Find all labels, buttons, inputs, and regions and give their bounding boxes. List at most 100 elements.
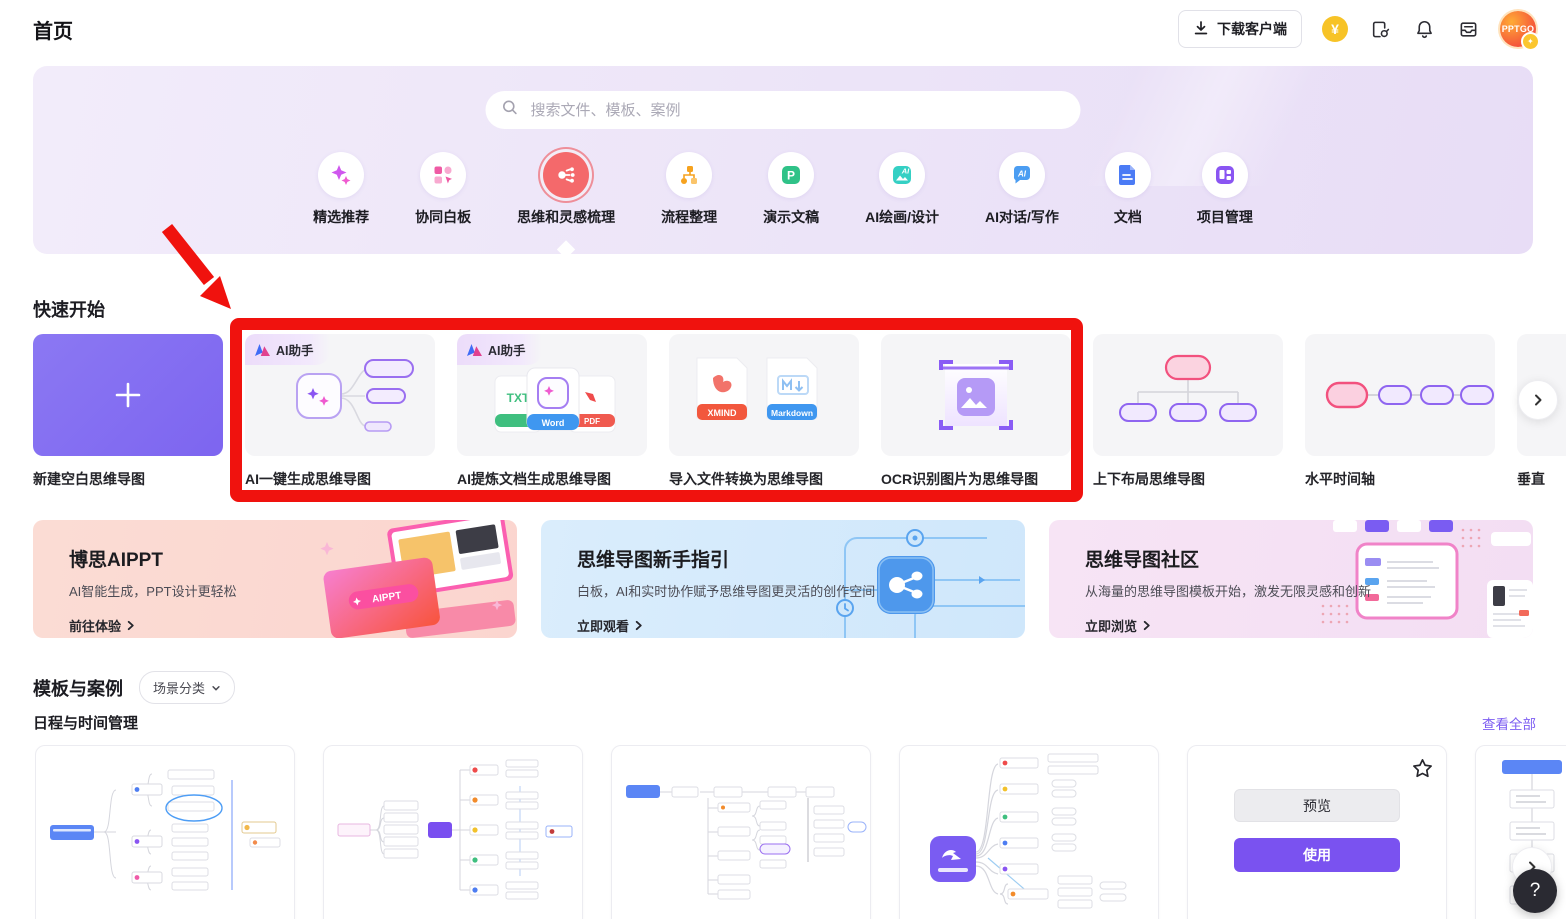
- inbox-icon[interactable]: [1456, 17, 1480, 41]
- category-label: 演示文稿: [763, 209, 820, 225]
- category-docs[interactable]: 文档: [1104, 152, 1151, 227]
- category-flowchart[interactable]: 流程整理: [661, 152, 717, 227]
- card-topdown-mindmap[interactable]: 上下布局思维导图: [1093, 334, 1283, 496]
- quick-start-title: 快速开始: [33, 300, 105, 320]
- template-card-hovered[interactable]: 预览 使用: [1187, 745, 1447, 919]
- banner-row: 博思AIPPT AI智能生成，PPT设计更轻松 前往体验 AIPPT 思维导图新…: [33, 520, 1533, 638]
- share-doc-icon[interactable]: [1368, 17, 1392, 41]
- category-presentation[interactable]: P 演示文稿: [763, 152, 819, 227]
- chevron-down-icon: [212, 685, 220, 690]
- category-ai-design[interactable]: AI AI绘画/设计: [865, 152, 939, 227]
- sparkles-icon: [318, 152, 365, 198]
- avatar[interactable]: PPTGO ✦: [1500, 11, 1540, 51]
- group-title: 日程与时间管理: [33, 715, 139, 732]
- card-ocr-image-mindmap[interactable]: OCR识别图片为思维导图: [881, 334, 1071, 496]
- category-mindmap[interactable]: 思维和灵感梳理: [517, 152, 615, 227]
- tree-layout-illustration: [1119, 354, 1257, 422]
- ai-logo-icon: [255, 343, 270, 356]
- category-label: 项目管理: [1196, 209, 1253, 225]
- favorite-star-icon[interactable]: [1412, 758, 1433, 784]
- banner-link[interactable]: 立即观看: [577, 616, 1025, 635]
- mindmap-icon: [543, 152, 590, 198]
- svg-text:Markdown: Markdown: [771, 408, 813, 418]
- template-card[interactable]: [611, 745, 871, 919]
- annotation-arrow-head: [200, 276, 231, 309]
- category-featured[interactable]: 精选推荐: [313, 152, 369, 227]
- templates-header: 模板与案例 场景分类: [33, 671, 236, 704]
- banner-subtitle: 从海量的思维导图模板开始，激发无限灵感和创新: [1085, 584, 1372, 599]
- banner-aippt[interactable]: 博思AIPPT AI智能生成，PPT设计更轻松 前往体验 AIPPT: [33, 520, 517, 638]
- templates-title: 模板与案例: [33, 678, 123, 699]
- card-import-convert-mindmap[interactable]: XMIND Markdown 导入文件转换为思维导图: [669, 334, 859, 496]
- svg-text:Word: Word: [542, 418, 565, 428]
- ai-image-icon: AI: [879, 152, 926, 198]
- banner-title: 思维导图社区: [1085, 550, 1200, 571]
- ocr-scan-illustration: [939, 360, 1013, 430]
- search-input[interactable]: [528, 100, 1065, 120]
- home-page: 首页 下载客户端 ¥ PPTGO ✦ 搜索文件、模板、案例 精选推荐 协同白板 …: [0, 0, 1566, 919]
- notifications-bell-icon[interactable]: [1412, 17, 1436, 41]
- template-thumbnail: [50, 769, 281, 891]
- chevron-right-icon: [1143, 620, 1150, 631]
- template-card[interactable]: [35, 745, 295, 919]
- search-bar[interactable]: [485, 91, 1081, 129]
- category-label: 流程整理: [661, 209, 718, 225]
- preview-button[interactable]: 预览: [1234, 789, 1400, 822]
- download-client-button[interactable]: 下载客户端: [1178, 10, 1302, 48]
- card-new-blank-mindmap[interactable]: 新建空白思维导图: [33, 334, 223, 496]
- template-thumbnail: [337, 759, 573, 900]
- banner-link[interactable]: 立即浏览: [1085, 616, 1533, 635]
- page-title: 首页: [33, 20, 73, 43]
- view-all-link[interactable]: 查看全部: [1482, 713, 1536, 733]
- category-row: 精选推荐 协同白板 思维和灵感梳理 流程整理 P 演示文稿 AI AI绘画/设计…: [33, 152, 1533, 227]
- category-ai-chat[interactable]: AI AI对话/写作: [985, 152, 1059, 227]
- kanban-icon: [1201, 152, 1248, 198]
- template-card[interactable]: [323, 745, 583, 919]
- download-icon: [1193, 20, 1209, 39]
- chevron-right-icon: [1535, 394, 1542, 406]
- coin-icon[interactable]: ¥: [1322, 16, 1348, 42]
- banner-title: 思维导图新手指引: [577, 550, 730, 571]
- document-icon: [1104, 152, 1151, 198]
- category-whiteboard[interactable]: 协同白板: [415, 152, 471, 227]
- card-ai-extract-doc-mindmap[interactable]: AI助手 TXT PDF Word AI提炼文档生成思维导图: [457, 334, 647, 496]
- svg-text:P: P: [787, 169, 795, 183]
- banner-link[interactable]: 前往体验: [69, 616, 517, 635]
- download-label: 下载客户端: [1217, 21, 1287, 37]
- template-group-row: 日程与时间管理 查看全部: [33, 712, 1536, 733]
- template-thumbnail: [626, 785, 867, 900]
- chevron-right-icon: [635, 620, 642, 631]
- quick-row-next-button[interactable]: [1518, 380, 1558, 420]
- hero-panel: 精选推荐 协同白板 思维和灵感梳理 流程整理: [33, 66, 1533, 254]
- banner-subtitle: AI智能生成，PPT设计更轻松: [69, 584, 237, 599]
- svg-text:TXT: TXT: [507, 391, 530, 405]
- topbar-actions: 下载客户端 ¥ PPTGO ✦: [1178, 10, 1540, 51]
- plus-icon: [33, 334, 223, 456]
- category-label: AI绘画/设计: [865, 209, 939, 225]
- whiteboard-icon: [420, 152, 467, 198]
- banner-beginner-guide[interactable]: 思维导图新手指引 白板，AI和实时协作赋予思维导图更灵活的创作空间 立即观看: [541, 520, 1025, 638]
- use-button[interactable]: 使用: [1234, 838, 1400, 872]
- card-ai-generate-mindmap[interactable]: AI助手 AI一键生成思维导图: [245, 334, 435, 496]
- category-label: 精选推荐: [313, 209, 370, 225]
- category-label: AI对话/写作: [985, 209, 1059, 225]
- ai-chat-icon: AI: [998, 152, 1045, 198]
- category-label: 协同白板: [415, 209, 472, 225]
- search-icon: [502, 99, 519, 121]
- card-horizontal-timeline[interactable]: 水平时间轴: [1305, 334, 1495, 496]
- category-project[interactable]: 项目管理: [1197, 152, 1253, 227]
- template-card[interactable]: [899, 745, 1159, 919]
- svg-text:XMIND: XMIND: [708, 408, 738, 418]
- help-button[interactable]: ?: [1513, 869, 1557, 913]
- ai-logo-icon: [467, 343, 482, 356]
- banner-subtitle: 白板，AI和实时协作赋予思维导图更灵活的创作空间: [577, 584, 876, 599]
- svg-text:AI: AI: [901, 167, 910, 176]
- template-thumbnail: [930, 753, 1127, 909]
- scene-filter-dropdown[interactable]: 场景分类: [139, 671, 236, 704]
- category-label: 文档: [1113, 209, 1142, 225]
- ai-assistant-badge: AI助手: [245, 334, 330, 365]
- quick-start-row: 新建空白思维导图 AI助手 AI一键生成思维导图 AI助手 TXT PDF Wo…: [33, 334, 1566, 496]
- banner-title: 博思AIPPT: [69, 550, 163, 571]
- svg-text:AI: AI: [1017, 170, 1027, 179]
- banner-community[interactable]: 思维导图社区 从海量的思维导图模板开始，激发无限灵感和创新 立即浏览: [1049, 520, 1533, 638]
